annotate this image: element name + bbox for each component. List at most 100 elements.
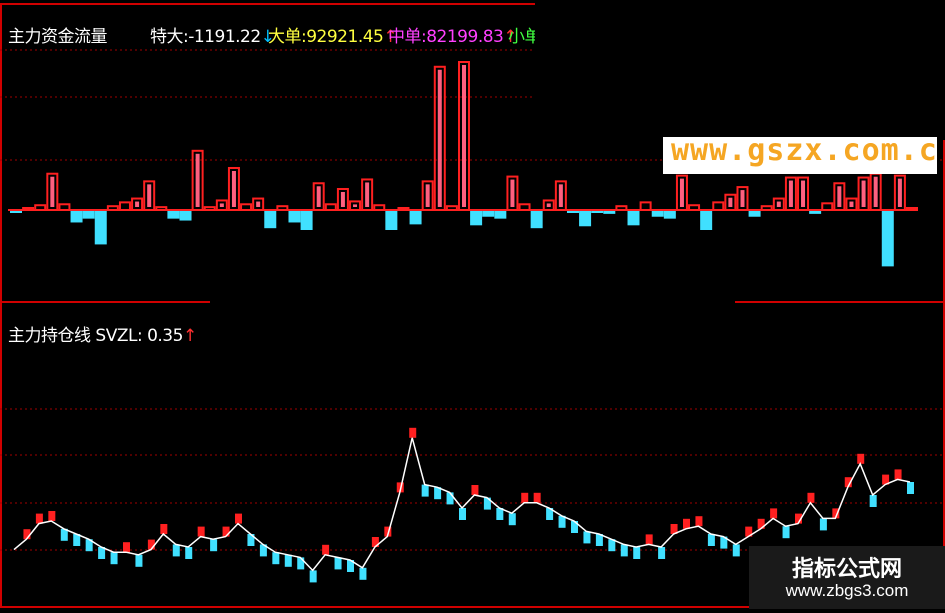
money-flow-bar-core (776, 201, 781, 207)
money-flow-bar-core (837, 186, 842, 207)
position-bar-down (309, 570, 317, 583)
position-bar-up (645, 534, 653, 545)
position-bar-up (695, 516, 703, 527)
up-arrow-icon: ↑ (182, 326, 197, 346)
money-flow-bar (300, 211, 313, 231)
position-bar-down (210, 539, 218, 552)
position-bar-down (272, 552, 280, 565)
metric-medium: 中单:82199.83↑ (388, 22, 518, 47)
money-flow-bar (34, 204, 47, 211)
money-flow-bar-core (425, 184, 430, 207)
top-panel-title: 主力资金流量 (8, 27, 108, 47)
money-flow-bar (760, 205, 773, 212)
money-flow-bar (203, 206, 216, 211)
money-flow-bar (373, 204, 386, 211)
position-bar-up (197, 526, 205, 537)
occlusion-block (210, 230, 735, 375)
money-flow-bar-core (340, 191, 345, 207)
money-flow-bar-core (897, 178, 902, 207)
money-flow-bar (240, 203, 253, 211)
money-flow-bar (385, 211, 398, 233)
money-flow-bar (82, 211, 95, 219)
money-flow-bar (397, 207, 410, 211)
metric-extra-large-label: 特大: (150, 27, 189, 47)
money-flow-bar (264, 211, 277, 229)
money-flow-bar-core (873, 176, 878, 207)
metric-extra-large-value: -1191.22 (188, 27, 261, 47)
money-flow-bar (821, 202, 834, 212)
money-flow-bar (409, 211, 422, 225)
position-bar-up (807, 492, 815, 503)
position-bar-down (633, 547, 641, 559)
position-bar-down (446, 492, 454, 505)
position-bar-down (732, 544, 740, 557)
position-bar-down (359, 567, 367, 580)
position-bar-up (409, 427, 417, 438)
money-flow-bar-core (740, 190, 745, 207)
position-bar-down (620, 544, 628, 557)
money-flow-bar (94, 211, 107, 245)
money-flow-bar-core (50, 176, 55, 207)
money-flow-bar (58, 203, 71, 211)
money-flow-bar (809, 211, 822, 214)
money-flow-bar-core (861, 180, 866, 207)
metric-extra-large: 特大:-1191.22↓ (150, 22, 275, 47)
metric-medium-value: 82199.83 (426, 27, 504, 47)
position-bar-up (160, 524, 168, 534)
position-bar-down (297, 557, 305, 570)
money-flow-bar (118, 201, 131, 212)
money-flow-bar-core (801, 180, 806, 207)
position-bar-down (907, 482, 914, 494)
brand-url: www.zbgs3.com (785, 581, 909, 600)
position-bar-down (421, 484, 429, 497)
money-flow-bar (470, 211, 483, 226)
position-bar-down (172, 544, 180, 557)
position-bar-up (533, 492, 541, 503)
money-flow-bar (22, 207, 35, 211)
money-flow-bar (881, 211, 894, 267)
money-flow-bar-core (231, 170, 236, 207)
money-flow-bar-core (256, 201, 261, 207)
money-flow-bar (579, 211, 592, 227)
position-bar-down (869, 495, 877, 507)
money-flow-bar (106, 205, 119, 212)
series-value: 0.35 (147, 326, 183, 346)
money-flow-bar-core (462, 65, 466, 207)
chart-stage: 主力资金流量 特大:-1191.22↓ 大单:92921.45↑ 中单:8219… (0, 0, 945, 609)
money-flow-bar-core (219, 203, 224, 207)
money-flow-bar-core (437, 69, 442, 207)
metric-large-value: 92921.45 (306, 27, 384, 47)
series-label: SVZL: (95, 326, 143, 346)
position-bar-down (284, 554, 292, 567)
money-flow-bar (167, 211, 180, 219)
money-flow-bar (482, 211, 495, 217)
money-flow-bar (155, 206, 168, 211)
money-flow-bar-core (546, 203, 551, 207)
money-flow-bar-core (510, 179, 515, 207)
money-flow-bar (445, 205, 458, 212)
money-flow-bar-core (728, 197, 733, 207)
position-bar-down (819, 518, 827, 531)
occlusion-block (535, 0, 945, 140)
money-flow-bar-core (849, 201, 854, 207)
position-bar-up (322, 544, 330, 555)
position-bar-down (334, 557, 342, 570)
money-flow-bar (663, 211, 676, 219)
position-bar-up (471, 485, 479, 495)
money-flow-bar (651, 211, 664, 217)
money-flow-bar-core (147, 184, 152, 207)
money-flow-bar (276, 205, 289, 212)
position-bar-down (707, 534, 715, 546)
position-bar-down (508, 513, 516, 526)
money-flow-bar-core (365, 182, 370, 207)
position-bar-up (683, 518, 690, 529)
position-bar-down (185, 547, 193, 559)
money-flow-bar-core (679, 178, 684, 207)
money-flow-bar (288, 211, 301, 223)
position-bar-down (782, 526, 790, 539)
money-flow-bar (615, 205, 628, 212)
money-flow-bar-core (558, 184, 563, 207)
money-flow-bar-core (195, 153, 200, 207)
money-flow-bar (603, 211, 616, 214)
money-flow-bar (179, 211, 192, 221)
